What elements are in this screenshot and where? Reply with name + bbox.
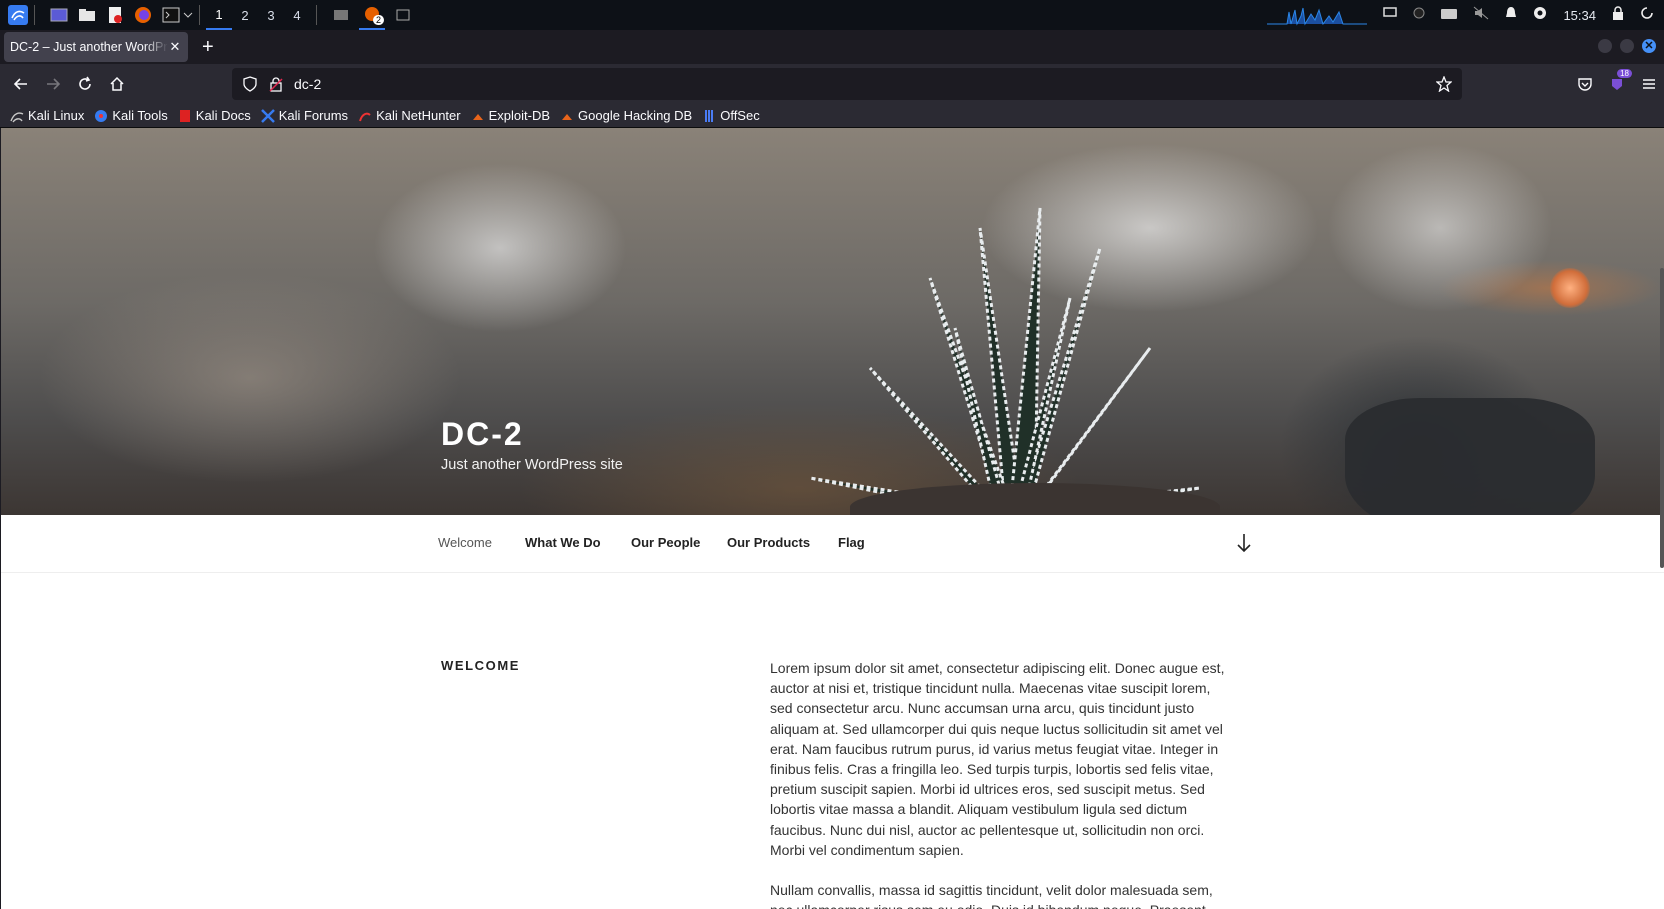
panel-separator <box>199 5 200 25</box>
menu-item-flag[interactable]: Flag <box>838 535 865 550</box>
workspace-2[interactable]: 2 <box>232 0 258 30</box>
window-edge <box>0 128 1 909</box>
arrow-down-icon[interactable] <box>1236 532 1252 554</box>
panel-clock[interactable]: 15:34 <box>1563 8 1596 23</box>
task-count-badge: 2 <box>372 15 384 25</box>
reload-button[interactable] <box>70 69 100 99</box>
lock-icon[interactable] <box>1612 5 1624 25</box>
maximize-button[interactable] <box>1620 39 1634 53</box>
firefox-task-icon[interactable]: 2 <box>359 0 385 30</box>
workspace-1[interactable]: 1 <box>206 0 232 30</box>
bookmark-label: Kali NetHunter <box>376 108 461 123</box>
menu-item-welcome[interactable]: Welcome <box>438 535 492 550</box>
pocket-icon[interactable] <box>1576 69 1594 99</box>
header-image: DC-2 Just another WordPress site <box>0 128 1664 515</box>
cpu-graph <box>1267 4 1368 26</box>
menu-item-what-we-do[interactable]: What We Do <box>525 535 601 550</box>
bookmark-label: Kali Linux <box>28 108 85 123</box>
extension-icon[interactable]: 18 <box>1608 69 1632 99</box>
kali-menu-icon[interactable] <box>8 5 28 25</box>
firefox-icon[interactable] <box>133 5 153 25</box>
text-editor-icon[interactable] <box>105 5 125 25</box>
window-controls: ✕ <box>1598 39 1656 53</box>
notifications-icon[interactable] <box>1505 6 1517 25</box>
browser-tab[interactable]: DC-2 – Just another WordPress site ✕ <box>4 32 188 62</box>
bookmark-kali-tools[interactable]: Kali Tools <box>94 108 168 123</box>
panel-separator <box>34 5 35 25</box>
background-lamp <box>1550 268 1590 308</box>
entry-content: Lorem ipsum dolor sit amet, consectetur … <box>770 658 1230 909</box>
url-text[interactable]: dc-2 <box>294 76 321 92</box>
file-manager-icon[interactable] <box>77 5 97 25</box>
network-icon[interactable] <box>1413 6 1425 24</box>
bookmark-google-hacking-db[interactable]: Google Hacking DB <box>560 108 692 123</box>
desktop-icon[interactable] <box>49 5 69 25</box>
tab-strip: DC-2 – Just another WordPress site ✕ + ✕ <box>0 30 1664 64</box>
menu-item-our-products[interactable]: Our Products <box>727 535 810 550</box>
display-icon[interactable] <box>1383 6 1398 24</box>
hamburger-menu-icon[interactable] <box>1640 69 1658 99</box>
ghdb-icon <box>560 109 574 123</box>
section-title: WELCOME <box>441 658 521 673</box>
extension-badge: 18 <box>1617 69 1632 78</box>
window-icon[interactable] <box>331 5 351 25</box>
terminal-icon[interactable] <box>161 5 181 25</box>
web-page: DC-2 Just another WordPress site Welcome… <box>0 128 1664 909</box>
kali-tools-icon <box>94 109 108 123</box>
close-window-button[interactable]: ✕ <box>1642 39 1656 53</box>
bookmark-offsec[interactable]: OffSec <box>702 108 760 123</box>
keyboard-icon[interactable] <box>1441 6 1458 24</box>
lock-warning-icon[interactable] <box>268 76 284 92</box>
close-tab-icon[interactable]: ✕ <box>168 39 182 55</box>
terminal-task-icon[interactable] <box>393 5 413 25</box>
logout-icon[interactable] <box>1640 6 1654 25</box>
power-manager-icon[interactable] <box>1533 6 1547 25</box>
bookmark-kali-forums[interactable]: Kali Forums <box>260 108 349 123</box>
succulent-plant-image <box>809 207 1201 515</box>
bookmark-kali-docs[interactable]: Kali Docs <box>178 108 251 123</box>
bookmark-label: Kali Docs <box>195 108 251 123</box>
top-panel: 1 2 3 4 2 15:34 <box>0 0 1664 30</box>
shield-icon[interactable] <box>242 76 258 92</box>
navigation-bar: dc-2 18 <box>0 64 1664 104</box>
kali-dragon-icon <box>10 109 24 123</box>
star-icon[interactable] <box>1435 75 1453 95</box>
tab-title: DC-2 – Just another WordPress site <box>10 40 168 54</box>
menu-item-our-people[interactable]: Our People <box>631 535 700 550</box>
workspace-4[interactable]: 4 <box>284 0 310 30</box>
offsec-icon <box>702 109 716 123</box>
nethunter-icon <box>358 109 372 123</box>
workspace-3[interactable]: 3 <box>258 0 284 30</box>
chevron-down-icon[interactable] <box>183 5 193 25</box>
home-button[interactable] <box>102 69 132 99</box>
scrollbar[interactable] <box>1660 268 1664 568</box>
minimize-button[interactable] <box>1598 39 1612 53</box>
kali-docs-icon <box>178 109 192 123</box>
site-title[interactable]: DC-2 <box>441 416 524 453</box>
exploit-db-icon <box>471 109 485 123</box>
new-tab-button[interactable]: + <box>202 37 214 57</box>
bookmark-kali-nethunter[interactable]: Kali NetHunter <box>358 108 461 123</box>
bookmark-kali-linux[interactable]: Kali Linux <box>10 108 84 123</box>
paragraph: Lorem ipsum dolor sit amet, consectetur … <box>770 660 1225 858</box>
bookmark-label: OffSec <box>720 108 760 123</box>
back-button[interactable] <box>6 69 36 99</box>
bookmark-label: Kali Tools <box>112 108 168 123</box>
bookmark-exploit-db[interactable]: Exploit-DB <box>471 108 550 123</box>
url-bar[interactable]: dc-2 <box>232 68 1462 100</box>
paragraph: Nullam convallis, massa id sagittis tinc… <box>770 882 1213 909</box>
kali-forums-icon <box>260 108 275 123</box>
bookmark-label: Kali Forums <box>278 108 349 123</box>
background-pot <box>1345 398 1595 515</box>
bookmark-label: Exploit-DB <box>488 108 551 123</box>
site-navigation: Welcome What We Do Our People Our Produc… <box>0 515 1664 573</box>
forward-button[interactable] <box>38 69 68 99</box>
bookmark-label: Google Hacking DB <box>578 108 693 123</box>
volume-muted-icon[interactable] <box>1473 6 1489 25</box>
site-description: Just another WordPress site <box>441 457 623 473</box>
panel-separator <box>316 5 317 25</box>
bookmarks-toolbar: Kali Linux Kali Tools Kali Docs Kali For… <box>0 104 1664 128</box>
